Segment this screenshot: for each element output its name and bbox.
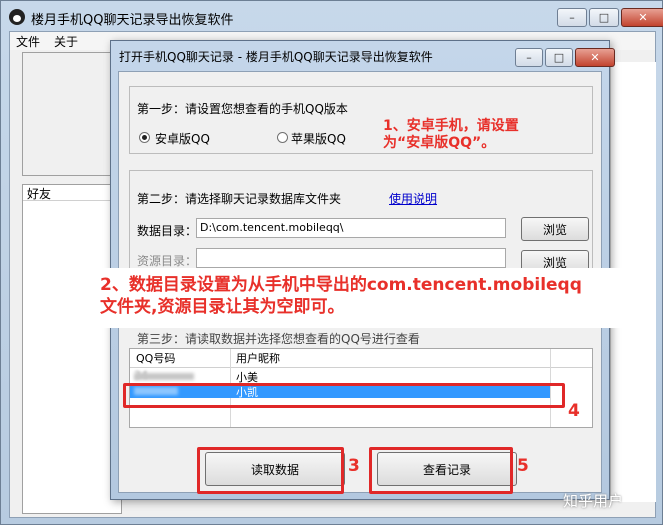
friend-list[interactable]: 好友 — [22, 184, 122, 514]
help-link[interactable]: 使用说明 — [389, 190, 437, 207]
table-row[interactable]: 34 小美 — [130, 369, 550, 384]
table-header: QQ号码 用户昵称 — [130, 349, 592, 368]
watermark: 知乎用户 — [563, 492, 624, 510]
app-penguin-icon — [9, 9, 25, 25]
dialog-title: 打开手机QQ聊天记录 - 楼月手机QQ聊天记录导出恢复软件 — [119, 50, 433, 64]
column-nickname[interactable]: 用户昵称 — [236, 350, 280, 366]
annotation-num4: 4 — [568, 401, 580, 421]
radio-ios[interactable] — [277, 132, 288, 143]
annotation-step2-line2: 文件夹,资源目录让其为空即可。 — [100, 297, 345, 317]
menu-file[interactable]: 文件 — [16, 33, 40, 50]
main-window-title: 楼月手机QQ聊天记录导出恢复软件 — [31, 13, 234, 28]
annotation-step1-line1: 1、安卓手机，请设置 — [383, 118, 519, 134]
blurred-qq-number — [134, 373, 194, 380]
step3-label: 第三步：请读取数据并选择您想查看的QQ号进行查看 — [137, 332, 420, 346]
radio-android[interactable] — [139, 132, 150, 143]
res-dir-input[interactable] — [196, 248, 506, 268]
dialog-minimize-button[interactable]: – — [515, 48, 543, 67]
step2-label: 第二步：请选择聊天记录数据库文件夹 — [137, 192, 342, 206]
highlight-selected-row — [123, 383, 565, 408]
highlight-view-button — [369, 447, 513, 494]
info-panel — [22, 52, 122, 176]
data-dir-label: 数据目录： — [137, 224, 198, 238]
dialog-maximize-button[interactable]: □ — [545, 48, 573, 67]
radio-android-label[interactable]: 安卓版QQ — [155, 130, 210, 147]
menu-about[interactable]: 关于 — [54, 33, 78, 50]
maximize-button[interactable]: □ — [589, 8, 619, 27]
annotation-step1: 1、安卓手机，请设置 为“安卓版QQ”。 — [383, 118, 519, 152]
annotation-num3: 3 — [348, 456, 360, 476]
radio-ios-label[interactable]: 苹果版QQ — [291, 130, 346, 147]
annotation-step2: 2、数据目录设置为从手机中导出的com.tencent.mobileqq 文件夹… — [100, 274, 582, 318]
highlight-read-button — [197, 447, 344, 494]
annotation-num5: 5 — [517, 456, 529, 476]
main-window-controls: – □ ✕ — [557, 8, 663, 27]
annotation-step1-line2: 为“安卓版QQ”。 — [383, 135, 496, 151]
res-dir-label: 资源目录： — [137, 254, 198, 268]
dialog-close-button[interactable]: ✕ — [575, 48, 615, 67]
annotation-step2-line1: 2、数据目录设置为从手机中导出的com.tencent.mobileqq — [100, 275, 582, 295]
step1-label: 第一步：请设置您想查看的手机QQ版本 — [137, 102, 348, 116]
minimize-button[interactable]: – — [557, 8, 587, 27]
friend-list-header: 好友 — [23, 185, 121, 201]
data-dir-browse-button[interactable]: 浏览 — [521, 217, 589, 241]
data-dir-input[interactable]: D:\com.tencent.mobileqq\ — [196, 218, 506, 238]
close-button[interactable]: ✕ — [621, 8, 663, 27]
column-qq[interactable]: QQ号码 — [136, 350, 175, 366]
dialog-controls: – □ ✕ — [515, 48, 615, 67]
